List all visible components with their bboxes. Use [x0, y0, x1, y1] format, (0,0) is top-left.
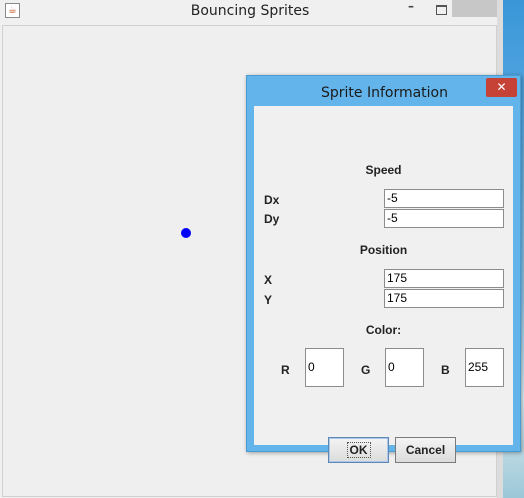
g-label: G	[361, 363, 371, 377]
y-label: Y	[264, 293, 273, 307]
maximize-button[interactable]	[430, 0, 452, 18]
main-title-bar[interactable]: ☕ Bouncing Sprites –	[0, 0, 524, 24]
main-close-button[interactable]	[452, 0, 498, 17]
x-input[interactable]: 175	[384, 269, 504, 288]
dialog-close-button[interactable]: ✕	[486, 78, 517, 97]
sprite-ball	[181, 228, 191, 238]
g-input[interactable]: 0	[385, 348, 424, 387]
main-window-title: Bouncing Sprites	[190, 3, 310, 19]
x-label: X	[264, 273, 273, 287]
dx-input[interactable]: -5	[384, 189, 504, 208]
maximize-icon	[435, 5, 447, 15]
b-input[interactable]: 255	[465, 348, 504, 387]
dy-label: Dy	[264, 212, 280, 226]
dialog-content: Speed Dx -5 Dy -5 Position X 175 Y 175 C…	[254, 106, 513, 463]
dialog-title: Sprite Information	[320, 85, 448, 101]
color-heading: Color:	[365, 323, 402, 337]
r-label: R	[281, 363, 290, 377]
ok-button[interactable]: OK	[328, 437, 389, 463]
r-input[interactable]: 0	[305, 348, 344, 387]
speed-heading: Speed	[365, 163, 402, 177]
ok-label: OK	[346, 442, 371, 458]
y-input[interactable]: 175	[384, 289, 504, 308]
position-heading: Position	[359, 243, 408, 257]
minimize-button[interactable]: –	[400, 0, 422, 18]
b-label: B	[441, 363, 450, 377]
dy-input[interactable]: -5	[384, 209, 504, 228]
dx-label: Dx	[264, 193, 280, 207]
sprite-information-dialog: Sprite Information ✕ Speed Dx -5 Dy -5 P…	[246, 75, 521, 463]
cancel-button[interactable]: Cancel	[395, 437, 456, 463]
